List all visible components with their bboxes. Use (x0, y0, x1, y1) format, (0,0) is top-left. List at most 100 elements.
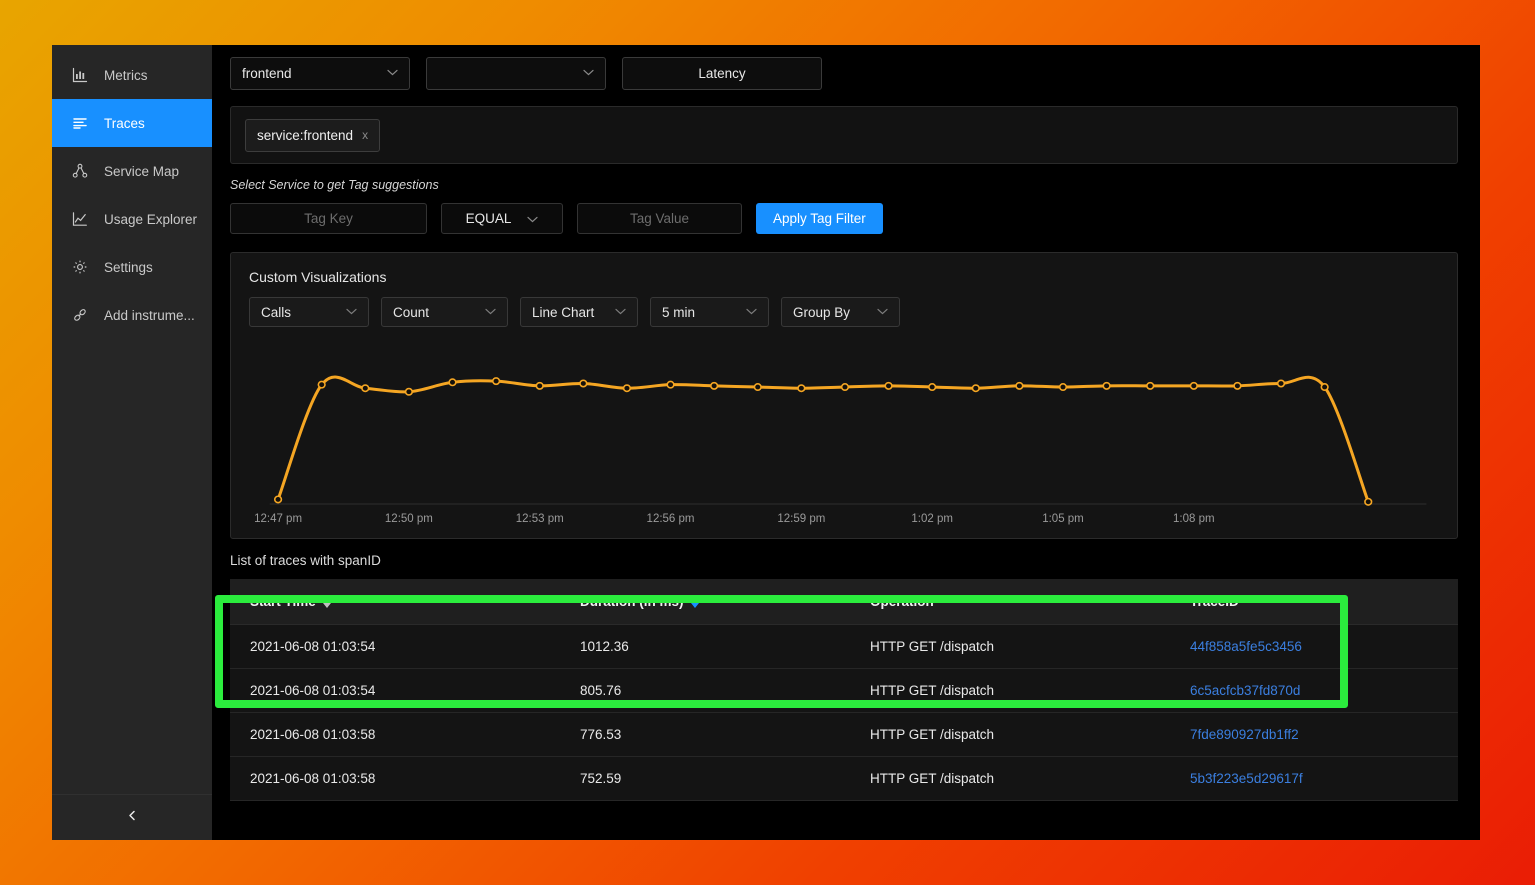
column-header-duration[interactable]: Duration (in ms) (560, 579, 850, 625)
chart-x-axis: 12:47 pm 12:50 pm 12:53 pm 12:56 pm 12:59 pm… (249, 513, 1443, 533)
trace-id-link[interactable]: 7fde890927db1ff2 (1190, 727, 1299, 742)
table-row[interactable]: 2021-06-08 01:03:54 1012.36 HTTP GET /disp… (230, 624, 1458, 669)
chart-data-point[interactable] (972, 385, 979, 391)
apply-tag-filter-button[interactable]: Apply Tag Filter (756, 203, 883, 234)
trace-id-link[interactable]: 44f858a5fe5c3456 (1190, 639, 1302, 654)
sidebar-item-metrics[interactable]: Metrics (52, 51, 212, 99)
column-header-traceid[interactable]: TraceID (1170, 579, 1458, 625)
sort-toggle-start-time[interactable] (322, 596, 331, 609)
table-row[interactable]: 2021-06-08 01:03:58 752.59 HTTP GET /dispa… (230, 756, 1458, 801)
viz-interval-value: 5 min (662, 304, 696, 320)
link-chain-icon (72, 307, 88, 323)
chart-data-point[interactable] (1365, 499, 1372, 505)
chevron-down-icon (387, 69, 398, 79)
sidebar-item-traces[interactable]: Traces (52, 99, 212, 147)
app-window: Metrics Traces Service Map Usage Explore… (52, 45, 1480, 840)
cell-start-time-text: 2021-06-08 01:03:58 (250, 771, 376, 786)
chart-data-point[interactable] (798, 385, 805, 391)
viz-aggregate-select[interactable]: Count (381, 297, 508, 327)
cell-trace-id: 6c5acfcb37fd870d (1170, 668, 1458, 713)
chart-data-point[interactable] (1278, 380, 1285, 386)
sidebar: Metrics Traces Service Map Usage Explore… (52, 45, 212, 840)
tag-value-input[interactable]: Tag Value (577, 203, 742, 234)
cell-trace-id: 44f858a5fe5c3456 (1170, 624, 1458, 669)
sidebar-item-label: Add instrume... (104, 307, 195, 323)
latency-button[interactable]: Latency (622, 57, 822, 90)
trace-id-link[interactable]: 6c5acfcb37fd870d (1190, 683, 1300, 698)
cell-duration: 805.76 (560, 668, 850, 713)
trace-id-link[interactable]: 5b3f223e5d29617f (1190, 771, 1303, 786)
sidebar-item-add-instrumentation[interactable]: Add instrume... (52, 291, 212, 339)
chart-data-point[interactable] (1190, 383, 1197, 389)
sidebar-item-label: Metrics (104, 67, 148, 83)
table-row[interactable]: 2021-06-08 01:03:54 805.76 HTTP GET /dispa… (230, 668, 1458, 713)
viz-metric-select[interactable]: Calls (249, 297, 369, 327)
chart-data-point[interactable] (580, 380, 587, 386)
chart-data-point[interactable] (1103, 383, 1110, 389)
chart-data-point[interactable] (1016, 383, 1023, 389)
chart-data-point[interactable] (1234, 383, 1241, 389)
tag-key-input[interactable]: Tag Key (230, 203, 427, 234)
service-select-value: frontend (242, 66, 292, 81)
cell-duration: 1012.36 (560, 624, 850, 669)
operation-select[interactable] (426, 57, 606, 90)
sidebar-collapse-button[interactable] (52, 794, 212, 840)
cell-operation: HTTP GET /dispatch (850, 668, 1170, 713)
filter-chip[interactable]: service:frontend x (245, 118, 381, 152)
tag-filter-row: Tag Key EQUAL Tag Value Apply Tag Filter (230, 203, 1458, 234)
chart-data-point[interactable] (536, 383, 543, 389)
main-content: frontend Latency service:frontend x Sele… (212, 45, 1480, 840)
traces-table-head: Start Time Duration (in ms) Operation Tr… (230, 579, 1458, 625)
node-graph-icon (72, 163, 88, 179)
chevron-down-icon (615, 307, 626, 318)
viz-groupby-select[interactable]: Group By (781, 297, 900, 327)
cell-start-time: 2021-06-08 01:03:58 (230, 712, 560, 757)
chart-data-point[interactable] (929, 384, 936, 390)
chart-data-point[interactable] (842, 384, 849, 390)
cell-trace-id: 7fde890927db1ff2 (1170, 712, 1458, 757)
gear-icon (72, 259, 88, 275)
cell-start-time-text: 2021-06-08 01:03:54 (250, 639, 376, 654)
viz-interval-select[interactable]: 5 min (650, 297, 769, 327)
column-header-start-time[interactable]: Start Time (230, 579, 560, 625)
cell-operation: HTTP GET /dispatch (850, 756, 1170, 801)
chart-data-point[interactable] (711, 383, 718, 389)
chart-data-point[interactable] (885, 383, 892, 389)
table-row[interactable]: 2021-06-08 01:03:58 776.53 HTTP GET /dispa… (230, 712, 1458, 757)
column-header-label: Duration (in ms) (580, 594, 684, 609)
chart-data-point[interactable] (406, 389, 413, 395)
x-axis-tick-label: 1:02 pm (911, 513, 953, 525)
chart-data-point[interactable] (624, 385, 631, 391)
sidebar-item-settings[interactable]: Settings (52, 243, 212, 291)
sidebar-item-usage-explorer[interactable]: Usage Explorer (52, 195, 212, 243)
tag-operator-select[interactable]: EQUAL (441, 203, 563, 234)
x-axis-tick-label: 12:56 pm (646, 513, 695, 525)
chart-data-point[interactable] (449, 379, 456, 385)
sort-toggle-duration[interactable] (690, 596, 699, 609)
traces-table: Start Time Duration (in ms) Operation Tr… (230, 579, 1458, 801)
close-icon[interactable]: x (362, 128, 368, 142)
sidebar-item-service-map[interactable]: Service Map (52, 147, 212, 195)
chart-plot-area (249, 351, 1443, 511)
chart-data-point[interactable] (754, 384, 761, 390)
chart-data-point[interactable] (1321, 384, 1328, 390)
chart-data-point[interactable] (667, 381, 674, 387)
calls-line-chart[interactable]: 12:47 pm 12:50 pm 12:53 pm 12:56 pm 12:59 pm… (249, 351, 1443, 530)
service-select[interactable]: frontend (230, 57, 410, 90)
viz-groupby-value: Group By (793, 304, 851, 320)
chart-data-point[interactable] (318, 381, 325, 387)
column-header-label: Start Time (250, 594, 316, 609)
chart-data-point[interactable] (275, 496, 282, 502)
chart-data-point[interactable] (493, 378, 500, 384)
chevron-down-icon (877, 307, 888, 318)
chart-data-point[interactable] (1147, 383, 1154, 389)
visualization-controls: Calls Count Line Chart 5 min Group By (249, 297, 1443, 327)
cell-duration: 776.53 (560, 712, 850, 757)
sidebar-item-label: Service Map (104, 163, 180, 179)
tag-operator-value: EQUAL (465, 211, 512, 226)
chart-data-point[interactable] (1060, 384, 1067, 390)
column-header-operation[interactable]: Operation (850, 579, 1170, 625)
viz-chart-type-select[interactable]: Line Chart (520, 297, 638, 327)
chart-data-point[interactable] (362, 385, 369, 391)
